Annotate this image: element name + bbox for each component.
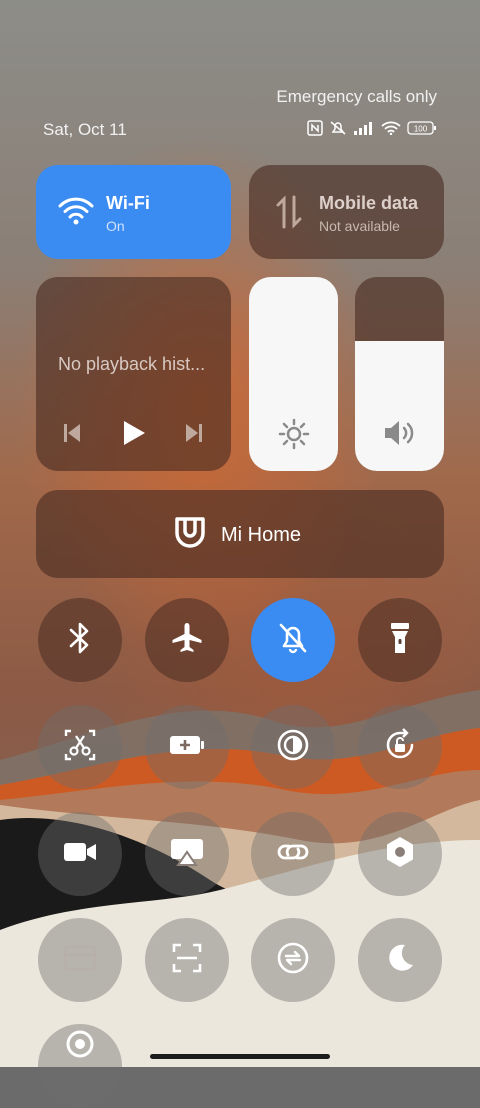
sync-icon	[276, 941, 310, 980]
scissors-screenshot-icon	[63, 728, 97, 767]
nfc-icon	[307, 120, 323, 136]
volume-slider[interactable]	[355, 277, 444, 471]
flashlight-icon	[389, 621, 411, 660]
airplane-icon	[170, 621, 204, 660]
airplane-mode-toggle[interactable]	[145, 598, 229, 682]
battery-icon: 100	[407, 121, 437, 135]
silent-icon	[329, 120, 347, 136]
home-indicator[interactable]	[150, 1054, 330, 1059]
signal-icon	[353, 121, 375, 135]
brightness-icon	[278, 418, 310, 455]
svg-text:100: 100	[414, 125, 428, 134]
rotation-lock-icon	[383, 727, 417, 767]
sync-toggle[interactable]	[251, 918, 335, 1002]
status-icons: 100	[307, 120, 437, 136]
brightness-slider[interactable]	[249, 277, 338, 471]
date-text: Sat, Oct 11	[43, 120, 127, 139]
network-status-text: Emergency calls only	[276, 87, 437, 106]
mi-home-label: Mi Home	[221, 524, 302, 546]
contrast-toggle[interactable]	[251, 705, 335, 789]
battery-saver-toggle[interactable]	[145, 705, 229, 789]
mi-home-tile[interactable]: Mi Home	[36, 490, 444, 578]
volume-icon	[383, 419, 417, 452]
mobile-data-title: Mobile data	[319, 193, 419, 213]
mi-home-icon	[174, 516, 206, 555]
media-status-text: No playback hist...	[58, 354, 206, 374]
link-toggle[interactable]	[251, 812, 335, 896]
silent-mode-toggle[interactable]	[251, 598, 335, 682]
dark-mode-toggle[interactable]	[358, 918, 442, 1002]
location-toggle[interactable]	[38, 1024, 122, 1108]
link-icon	[275, 838, 311, 871]
wifi-title: Wi-Fi	[106, 193, 150, 213]
wifi-icon	[58, 197, 94, 230]
bluetooth-toggle[interactable]	[38, 598, 122, 682]
screen-recorder-toggle[interactable]	[38, 812, 122, 896]
screenshot-toggle[interactable]	[38, 705, 122, 789]
card-icon	[63, 945, 97, 976]
hexagon-settings-icon	[384, 835, 416, 874]
mobile-data-tile[interactable]: Mobile data Not available	[249, 165, 444, 259]
rotation-lock-toggle[interactable]	[358, 705, 442, 789]
mobile-data-state: Not available	[319, 218, 400, 234]
bluetooth-icon	[67, 621, 93, 660]
wifi-state: On	[106, 218, 125, 234]
location-icon	[65, 1029, 95, 1064]
video-camera-icon	[62, 840, 98, 869]
previous-track-icon[interactable]	[63, 423, 81, 448]
next-track-icon[interactable]	[185, 423, 203, 448]
bell-off-icon	[277, 621, 309, 660]
wifi-status-icon	[381, 121, 401, 135]
scanner-toggle[interactable]	[145, 918, 229, 1002]
moon-icon	[385, 943, 415, 978]
mobile-data-icon	[275, 195, 303, 234]
battery-plus-icon	[168, 733, 206, 762]
scan-icon	[171, 942, 203, 979]
cast-toggle[interactable]	[145, 812, 229, 896]
settings-hex-toggle[interactable]	[358, 812, 442, 896]
card-toggle[interactable]	[38, 918, 122, 1002]
contrast-icon	[276, 728, 310, 767]
cast-screen-icon	[169, 837, 205, 872]
wifi-tile[interactable]: Wi-Fi On	[36, 165, 231, 259]
flashlight-toggle[interactable]	[358, 598, 442, 682]
media-player-tile[interactable]: No playback hist...	[36, 277, 231, 471]
play-icon[interactable]	[122, 420, 146, 451]
